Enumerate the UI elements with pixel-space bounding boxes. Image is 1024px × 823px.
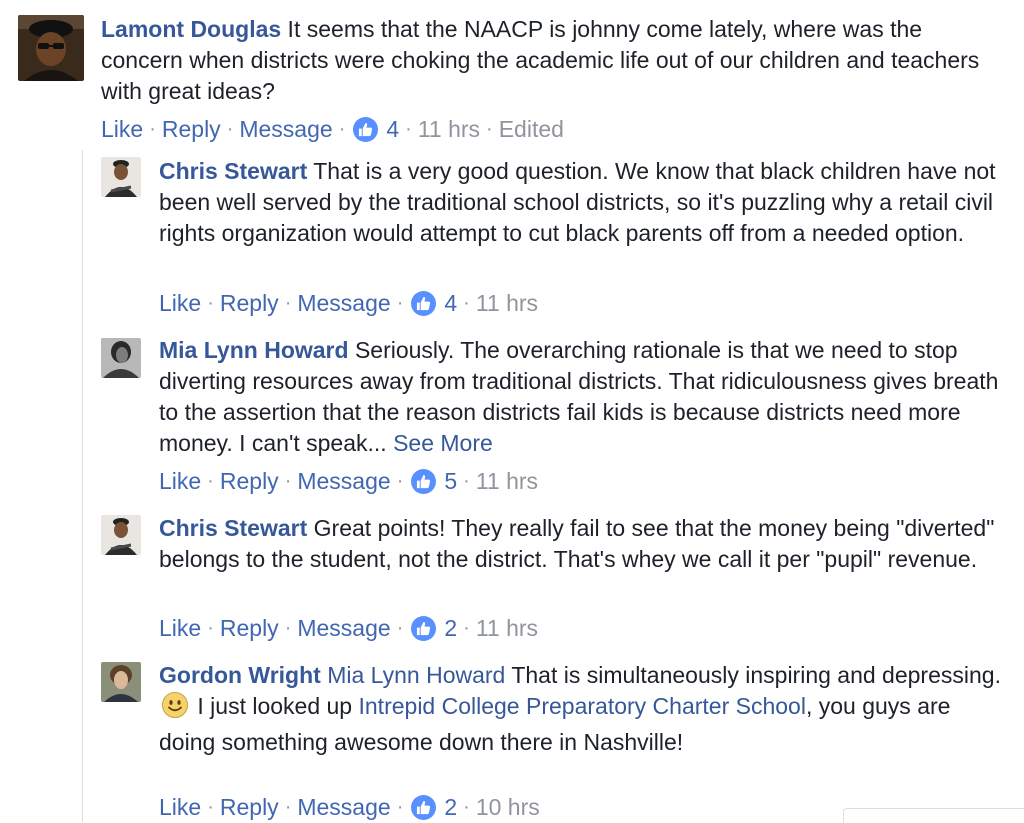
profile-photo-icon <box>101 338 141 378</box>
reply-button[interactable]: Reply <box>162 114 221 144</box>
like-count[interactable]: 4 <box>386 114 399 144</box>
separator: · <box>207 617 214 639</box>
separator: · <box>463 617 470 639</box>
message-button[interactable]: Message <box>297 466 390 496</box>
separator: · <box>207 470 214 492</box>
separator: · <box>207 292 214 314</box>
separator: · <box>284 617 292 639</box>
comment-author[interactable]: Chris Stewart <box>159 515 307 541</box>
school-page-link[interactable]: Intrepid College Preparatory Charter Sch… <box>359 693 806 719</box>
separator: · <box>284 292 292 314</box>
separator: · <box>149 118 156 140</box>
reply-button[interactable]: Reply <box>220 466 279 496</box>
separator: · <box>396 292 404 314</box>
message-button[interactable]: Message <box>297 613 390 643</box>
thumbs-up-icon[interactable] <box>411 290 437 316</box>
message-button[interactable]: Message <box>239 114 332 144</box>
thumbs-up-icon[interactable] <box>411 615 437 641</box>
comment-author[interactable]: Lamont Douglas <box>101 16 281 42</box>
mention-link[interactable]: Mia Lynn Howard <box>327 662 505 688</box>
like-count[interactable]: 2 <box>444 613 457 643</box>
profile-photo-icon <box>101 515 141 555</box>
reply-button[interactable]: Reply <box>220 792 279 822</box>
separator: · <box>284 796 292 818</box>
avatar[interactable] <box>101 515 141 555</box>
profile-photo-icon <box>18 15 84 81</box>
like-count[interactable]: 5 <box>444 466 457 496</box>
timestamp[interactable]: 11 hrs <box>418 114 480 144</box>
like-count[interactable]: 4 <box>444 288 457 318</box>
reply-thread-rail <box>82 150 83 822</box>
separator: · <box>226 118 234 140</box>
like-count[interactable]: 2 <box>444 792 457 822</box>
separator: · <box>207 796 214 818</box>
timestamp[interactable]: 11 hrs <box>476 466 538 496</box>
like-button[interactable]: Like <box>101 114 143 144</box>
reply-button[interactable]: Reply <box>220 288 279 318</box>
like-button[interactable]: Like <box>159 288 201 318</box>
thumbs-up-icon[interactable] <box>353 116 379 142</box>
like-button[interactable]: Like <box>159 466 201 496</box>
separator: · <box>463 796 470 818</box>
message-button[interactable]: Message <box>297 288 390 318</box>
timestamp[interactable]: 11 hrs <box>476 613 538 643</box>
separator: · <box>396 470 404 492</box>
like-button[interactable]: Like <box>159 613 201 643</box>
separator: · <box>396 617 404 639</box>
separator: · <box>463 470 470 492</box>
comment-text: That is simultaneously inspiring and dep… <box>505 662 1001 688</box>
reply-button[interactable]: Reply <box>220 613 279 643</box>
separator: · <box>396 796 404 818</box>
timestamp[interactable]: 10 hrs <box>476 792 540 822</box>
separator: · <box>486 118 493 140</box>
thumbs-up-icon[interactable] <box>411 468 437 494</box>
message-button[interactable]: Message <box>297 792 390 822</box>
timestamp[interactable]: 11 hrs <box>476 288 538 318</box>
comment-author[interactable]: Gordon Wright <box>159 662 321 688</box>
edited-label[interactable]: Edited <box>499 114 564 144</box>
comment-text: I just looked up <box>191 693 359 719</box>
separator: · <box>405 118 412 140</box>
smiley-emoji-icon <box>161 691 189 727</box>
avatar[interactable] <box>101 338 141 378</box>
like-button[interactable]: Like <box>159 792 201 822</box>
profile-photo-icon <box>101 157 141 197</box>
comment-author[interactable]: Chris Stewart <box>159 158 307 184</box>
thumbs-up-icon[interactable] <box>411 794 437 820</box>
reply-input-box-edge[interactable] <box>843 808 1024 823</box>
avatar[interactable] <box>101 662 141 702</box>
separator: · <box>284 470 292 492</box>
separator: · <box>338 118 346 140</box>
profile-photo-icon <box>101 662 141 702</box>
avatar[interactable] <box>18 15 84 81</box>
avatar[interactable] <box>101 157 141 197</box>
see-more-link[interactable]: See More <box>393 430 493 456</box>
separator: · <box>463 292 470 314</box>
comment-author[interactable]: Mia Lynn Howard <box>159 337 349 363</box>
